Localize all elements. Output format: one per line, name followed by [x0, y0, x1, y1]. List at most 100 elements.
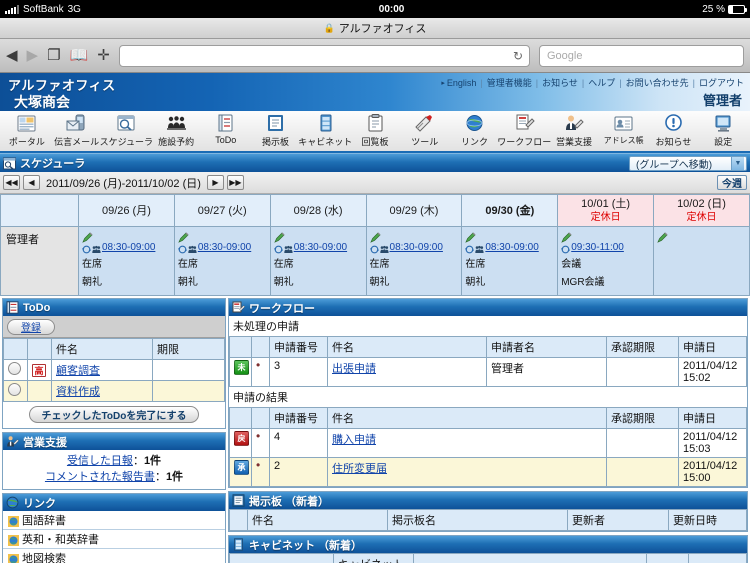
event-time[interactable]: 08:30-09:00 [390, 242, 443, 254]
nav-item-todo[interactable]: ToDo [201, 112, 251, 145]
nav-label: キャビネット [298, 137, 353, 147]
event-time[interactable]: 08:30-09:00 [294, 242, 347, 254]
nav-item-notice[interactable]: お知らせ [649, 112, 699, 148]
nav-item-link[interactable]: リンク [450, 112, 500, 148]
workflow-unprocessed-label: 未処理の申請 [229, 316, 747, 336]
link-item[interactable]: 英和・和英辞書 [3, 530, 225, 549]
event-line[interactable]: 08:30-09:00 [369, 242, 459, 254]
pencil-icon[interactable] [273, 230, 285, 243]
pencil-icon[interactable] [369, 230, 381, 243]
wf-name-link[interactable]: 出張申請 [332, 363, 376, 375]
link-item[interactable]: 地図検索 [3, 549, 225, 563]
nav-item-cabinet[interactable]: キャビネット [298, 112, 353, 148]
event-time[interactable]: 09:30-11:00 [571, 242, 624, 254]
todo-name-link[interactable]: 顧客調査 [56, 365, 100, 377]
book-icon[interactable]: 📖 [70, 48, 89, 63]
carrier-label: SoftBank [23, 3, 64, 15]
todo-complete-button[interactable]: チェックしたToDoを完了にする [28, 406, 200, 423]
pencil-icon[interactable] [465, 230, 476, 243]
header-link-logout[interactable]: ログアウト [699, 76, 744, 89]
header-link-notice[interactable]: お知らせ [542, 76, 578, 89]
event-line[interactable]: 09:30-11:00 [561, 242, 650, 254]
last-week-button[interactable]: ▶▶ [226, 175, 244, 190]
wf-col-mark [251, 336, 270, 358]
plus-icon[interactable]: ✛ [97, 48, 110, 63]
pencil-icon[interactable] [82, 230, 93, 243]
pencil-icon[interactable] [178, 230, 189, 243]
sales-icon [563, 113, 585, 134]
event-line[interactable]: 08:30-09:00 [273, 242, 363, 254]
schedule-cell-holiday[interactable]: 09:30-11:00 会議 MGR会議 [557, 226, 655, 296]
link-item[interactable]: 国語辞書 [3, 511, 225, 530]
wfr-name-link[interactable]: 購入申請 [332, 434, 376, 446]
todo-checkbox[interactable] [8, 362, 21, 375]
event-time[interactable]: 08:30-09:00 [198, 242, 251, 254]
wfr-number-cell: 2 [269, 457, 328, 487]
main-navigation-bar: ポータル 伝言メール スケジューラ 施設予約 ToDo 掲示板 キャビネット 回… [0, 111, 750, 153]
schedule-cell[interactable]: 08:30-09:00 在席 朝礼 [269, 226, 367, 296]
cabinet-header-row: 件名 キャビネット名 ファイル名 更新者 更新日時 [229, 553, 747, 563]
event-line[interactable]: 08:30-09:00 [465, 242, 554, 254]
day-date-label: 09/29 (木) [389, 204, 439, 217]
todo-register-button[interactable]: 登録 [7, 318, 55, 335]
event-time[interactable]: 08:30-09:00 [102, 242, 155, 254]
nav-item-scheduler[interactable]: スケジューラ [100, 112, 153, 148]
schedule-cell[interactable]: 08:30-09:00 在席 朝礼 [78, 226, 175, 296]
prev-week-button[interactable]: ◀ [23, 175, 40, 190]
day-header: 09/28 (水) [269, 194, 367, 227]
event-time[interactable]: 08:30-09:00 [485, 242, 538, 254]
schedule-cell[interactable]: 08:30-09:00 在席 朝礼 [365, 226, 463, 296]
nav-label: ツール [411, 137, 439, 147]
nav-item-circular[interactable]: 回覧板 [350, 112, 400, 148]
group-select-dropdown[interactable]: (グループへ移動) ▼ [629, 155, 747, 171]
pencil-icon[interactable] [561, 230, 572, 243]
wf-status-cell: 未 [229, 357, 252, 387]
nav-item-portal[interactable]: ポータル [2, 112, 52, 148]
nav-item-bulletin[interactable]: 掲示板 [251, 112, 301, 148]
received-reports-link[interactable]: 受信した日報 [67, 455, 133, 467]
header-link-contact[interactable]: お問い合わせ先 [626, 76, 689, 89]
this-week-button[interactable]: 今週 [717, 175, 747, 190]
tabs-icon[interactable]: ❐ [47, 48, 60, 63]
schedule-cell-today[interactable]: 08:30-09:00 在席 朝礼 [461, 226, 559, 296]
forward-arrow-icon[interactable]: ▶ [27, 48, 39, 63]
nav-item-message-mail[interactable]: 伝言メール [52, 112, 102, 148]
globe-icon [8, 534, 19, 546]
wfr-name-cell[interactable]: 住所変更届 [327, 457, 607, 487]
reload-icon[interactable]: ↻ [513, 49, 523, 63]
event-line[interactable]: 08:30-09:00 [82, 242, 171, 254]
todo-name-cell[interactable]: 顧客調査 [51, 359, 153, 381]
todo-checkbox[interactable] [8, 383, 21, 396]
next-week-button[interactable]: ▶ [206, 175, 224, 190]
nav-item-facility[interactable]: 施設予約 [151, 112, 201, 148]
nav-item-addressbook[interactable]: アドレス帳 [599, 112, 649, 146]
back-arrow-icon[interactable]: ◀ [6, 48, 18, 63]
battery-icon [728, 4, 747, 14]
nav-item-settings[interactable]: 設定 [698, 112, 748, 148]
commented-reports-link[interactable]: コメントされた報告書 [45, 471, 155, 483]
todo-name-cell[interactable]: 資料作成 [51, 380, 153, 402]
wf-col-date: 申請日 [678, 336, 747, 358]
todo-check-cell[interactable] [3, 380, 28, 402]
pencil-icon[interactable] [657, 230, 668, 243]
nav-item-sales[interactable]: 営業支援 [549, 112, 599, 148]
sales-row: 受信した日報：1件 [9, 453, 219, 469]
cabinet-icon [315, 113, 336, 134]
nav-item-workflow[interactable]: ワークフロー [497, 112, 551, 148]
todo-name-link[interactable]: 資料作成 [56, 386, 100, 398]
first-week-button[interactable]: ◀◀ [3, 175, 20, 190]
nav-item-tools[interactable]: ツール [400, 112, 450, 148]
url-input[interactable]: ↻ [118, 44, 530, 67]
schedule-cell[interactable]: 08:30-09:00 在席 朝礼 [173, 226, 271, 296]
event-line[interactable]: 08:30-09:00 [177, 242, 267, 254]
schedule-cell-empty[interactable] [653, 226, 750, 296]
search-input[interactable]: Google [539, 44, 744, 67]
wf-name-cell[interactable]: 出張申請 [327, 357, 487, 387]
wfr-name-link[interactable]: 住所変更届 [332, 463, 387, 475]
header-link-admin[interactable]: 管理者機能 [487, 76, 532, 89]
wf-date-day: 2011/04/12 [683, 360, 738, 372]
header-link-english[interactable]: English [447, 78, 477, 88]
header-link-help[interactable]: ヘルプ [588, 76, 615, 89]
todo-check-cell[interactable] [3, 359, 28, 381]
wfr-name-cell[interactable]: 購入申請 [327, 428, 607, 458]
